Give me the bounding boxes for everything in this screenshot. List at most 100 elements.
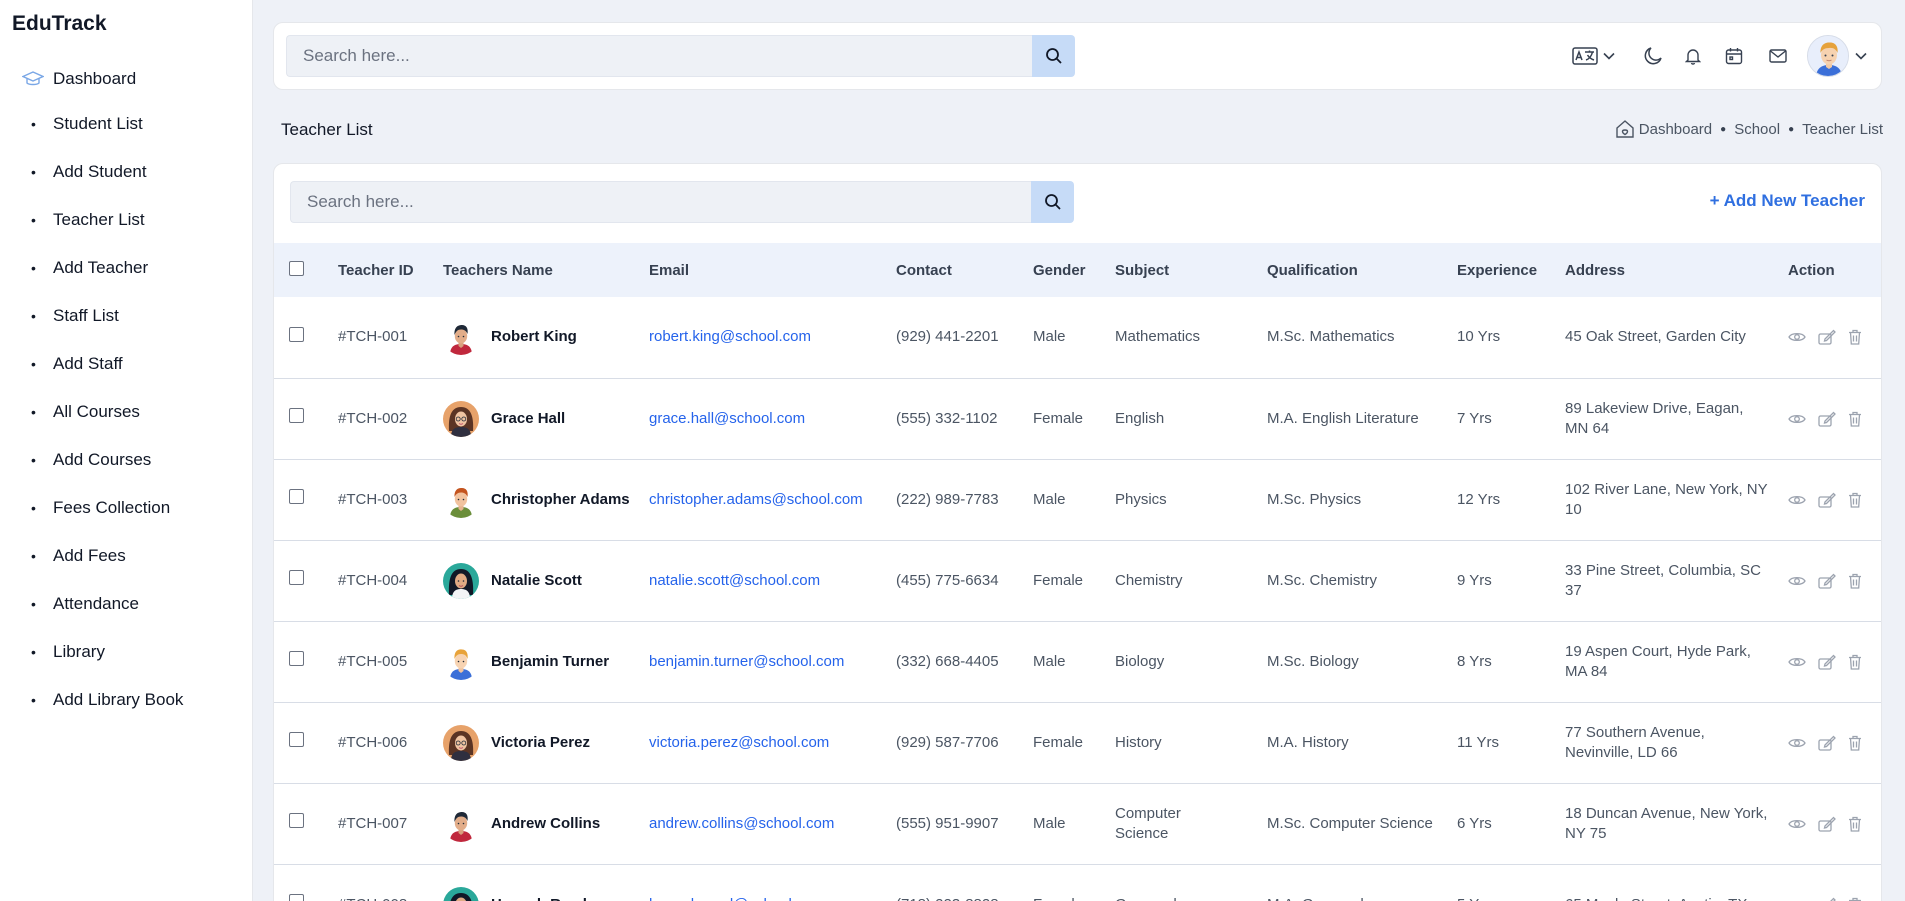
teacher-email-link[interactable]: hannah.reed@school.com [649, 896, 824, 901]
column-header[interactable]: Address [1565, 243, 1788, 297]
row-checkbox[interactable] [289, 651, 304, 666]
edit-button[interactable] [1818, 411, 1836, 427]
teacher-name[interactable]: Victoria Perez [491, 733, 590, 753]
teacher-email-link[interactable]: robert.king@school.com [649, 328, 811, 345]
row-checkbox[interactable] [289, 570, 304, 585]
sidebar-item-add-courses[interactable]: • Add Courses [0, 436, 253, 484]
view-button[interactable] [1788, 898, 1806, 901]
edit-button[interactable] [1818, 735, 1836, 751]
teacher-name[interactable]: Andrew Collins [491, 814, 600, 834]
column-header[interactable]: Contact [896, 243, 1033, 297]
view-button[interactable] [1788, 655, 1806, 669]
row-checkbox[interactable] [289, 732, 304, 747]
sidebar-item-staff-list[interactable]: • Staff List [0, 292, 253, 340]
dark-mode-toggle[interactable] [1643, 46, 1663, 66]
table-header-row: Teacher ID Teachers Name Email Contact G… [274, 243, 1881, 297]
add-new-teacher-button[interactable]: + Add New Teacher [1710, 191, 1865, 211]
delete-button[interactable] [1848, 735, 1862, 751]
view-button[interactable] [1788, 412, 1806, 426]
delete-button[interactable] [1848, 816, 1862, 832]
delete-button[interactable] [1848, 897, 1862, 901]
teacher-name-cell: Hannah Reed [443, 886, 649, 901]
view-button[interactable] [1788, 736, 1806, 750]
teacher-name[interactable]: Hannah Reed [491, 895, 587, 901]
edit-button[interactable] [1818, 329, 1836, 345]
teacher-name-cell: Natalie Scott [443, 562, 649, 599]
column-header[interactable]: Teachers Name [443, 243, 649, 297]
table-row[interactable]: #TCH-004 Natalie Scott natalie.scott@sch… [274, 540, 1881, 621]
teacher-name[interactable]: Robert King [491, 327, 577, 347]
row-checkbox[interactable] [289, 894, 304, 901]
delete-button[interactable] [1848, 492, 1862, 508]
global-search-button[interactable] [1032, 35, 1075, 77]
sidebar-item-all-courses[interactable]: • All Courses [0, 388, 253, 436]
column-header[interactable]: Action [1788, 243, 1881, 297]
language-selector[interactable] [1572, 47, 1615, 65]
delete-button[interactable] [1848, 329, 1862, 345]
edit-button[interactable] [1818, 492, 1836, 508]
column-header[interactable]: Subject [1115, 243, 1267, 297]
delete-button[interactable] [1848, 411, 1862, 427]
graduation-cap-icon [0, 71, 53, 87]
view-button[interactable] [1788, 493, 1806, 507]
messages-button[interactable] [1769, 49, 1787, 63]
sidebar-item-add-staff[interactable]: • Add Staff [0, 340, 253, 388]
sidebar-item-student-list[interactable]: • Student List [0, 100, 253, 148]
sidebar-item-add-fees[interactable]: • Add Fees [0, 532, 253, 580]
teacher-email-link[interactable]: benjamin.turner@school.com [649, 653, 844, 670]
notifications-button[interactable] [1685, 47, 1701, 65]
edit-button[interactable] [1818, 573, 1836, 589]
row-checkbox[interactable] [289, 408, 304, 423]
column-header[interactable]: Qualification [1267, 243, 1457, 297]
teacher-email-link[interactable]: victoria.perez@school.com [649, 734, 829, 751]
sidebar-nav: Dashboard • Student List • Add Student • Te… [0, 64, 253, 724]
teacher-email-link[interactable]: natalie.scott@school.com [649, 572, 820, 589]
sidebar-item-add-teacher[interactable]: • Add Teacher [0, 244, 253, 292]
column-header[interactable]: Experience [1457, 243, 1565, 297]
teacher-name[interactable]: Benjamin Turner [491, 652, 609, 672]
column-header[interactable]: Email [649, 243, 896, 297]
sidebar-item-dashboard[interactable]: Dashboard [0, 64, 253, 94]
table-row[interactable]: #TCH-005 Benjamin Turner benjamin.turner… [274, 621, 1881, 702]
table-row[interactable]: #TCH-001 Robert King robert.king@school.… [274, 297, 1881, 378]
edit-button[interactable] [1818, 654, 1836, 670]
table-row[interactable]: #TCH-008 Hannah Reed hannah.reed@school.… [274, 864, 1881, 901]
global-search-input[interactable] [286, 35, 1032, 77]
table-row[interactable]: #TCH-006 Victoria Perez victoria.perez@s… [274, 702, 1881, 783]
row-checkbox[interactable] [289, 813, 304, 828]
sidebar-item-library[interactable]: • Library [0, 628, 253, 676]
table-search-button[interactable] [1031, 181, 1074, 223]
teacher-email-link[interactable]: andrew.collins@school.com [649, 815, 834, 832]
delete-button[interactable] [1848, 654, 1862, 670]
table-search-input[interactable] [290, 181, 1031, 223]
sidebar-item-add-student[interactable]: • Add Student [0, 148, 253, 196]
teacher-table: Teacher ID Teachers Name Email Contact G… [274, 243, 1881, 901]
edit-button[interactable] [1818, 816, 1836, 832]
sidebar-item-fees-collection[interactable]: • Fees Collection [0, 484, 253, 532]
teacher-name[interactable]: Christopher Adams [491, 490, 630, 510]
teacher-name[interactable]: Grace Hall [491, 409, 565, 429]
view-button[interactable] [1788, 817, 1806, 831]
row-checkbox[interactable] [289, 326, 304, 342]
column-header[interactable]: Gender [1033, 243, 1115, 297]
teacher-email-link[interactable]: christopher.adams@school.com [649, 491, 863, 508]
user-menu[interactable] [1807, 35, 1867, 77]
teacher-name[interactable]: Natalie Scott [491, 571, 582, 591]
calendar-button[interactable] [1725, 47, 1743, 65]
table-row[interactable]: #TCH-007 Andrew Collins andrew.collins@s… [274, 783, 1881, 864]
sidebar-item-add-library-book[interactable]: • Add Library Book [0, 676, 253, 724]
view-button[interactable] [1788, 330, 1806, 344]
breadcrumb-school[interactable]: School [1734, 121, 1780, 138]
sidebar-item-attendance[interactable]: • Attendance [0, 580, 253, 628]
column-header[interactable]: Teacher ID [338, 243, 443, 297]
teacher-email-link[interactable]: grace.hall@school.com [649, 410, 805, 427]
table-row[interactable]: #TCH-003 Christopher Adams christopher.a… [274, 459, 1881, 540]
breadcrumb-dashboard[interactable]: Dashboard [1639, 121, 1712, 138]
sidebar-item-teacher-list[interactable]: • Teacher List [0, 196, 253, 244]
table-row[interactable]: #TCH-002 Grace Hall grace.hall@school.co… [274, 378, 1881, 459]
delete-button[interactable] [1848, 573, 1862, 589]
select-all-checkbox[interactable] [289, 260, 304, 276]
row-checkbox[interactable] [289, 489, 304, 504]
edit-button[interactable] [1818, 897, 1836, 901]
view-button[interactable] [1788, 574, 1806, 588]
